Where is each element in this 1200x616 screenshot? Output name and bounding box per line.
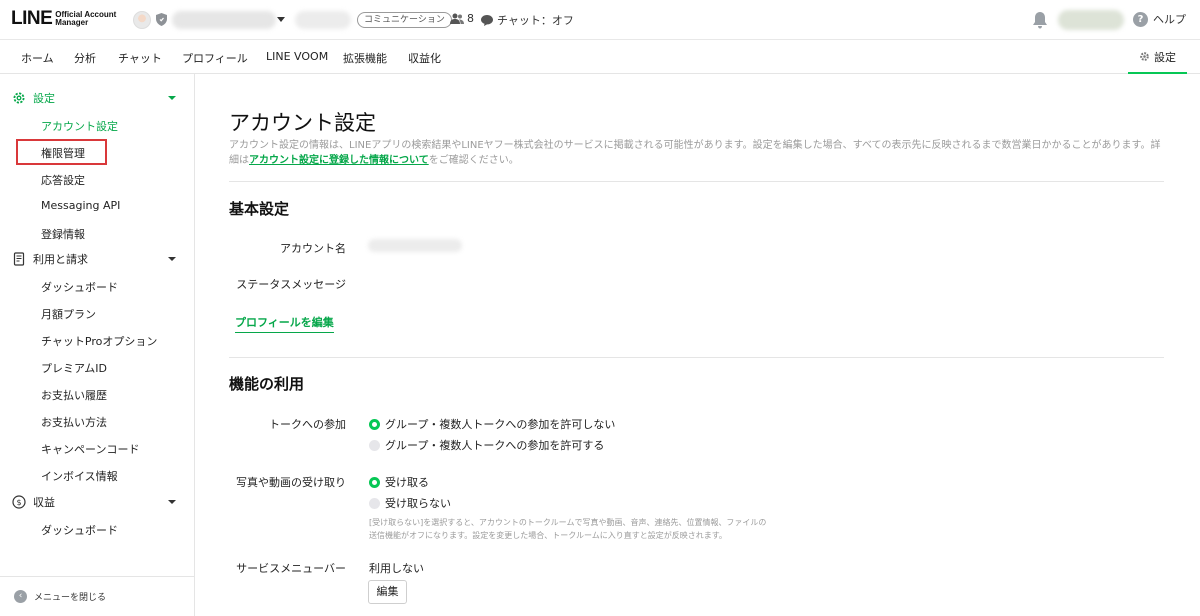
gear-icon (1139, 51, 1150, 62)
tab-chat[interactable]: チャット (118, 50, 162, 66)
logo-main: LINE (11, 9, 52, 29)
tab-home[interactable]: ホーム (21, 50, 54, 66)
bell-icon[interactable] (1032, 11, 1048, 29)
help-label: ヘルプ (1153, 11, 1186, 27)
tab-analytics[interactable]: 分析 (74, 50, 96, 66)
tab-monetization[interactable]: 収益化 (408, 50, 441, 66)
service-menu-edit-button[interactable]: 編集 (368, 580, 407, 604)
line-logo[interactable]: LINE Official Account Manager (11, 9, 116, 29)
sidebar-item-payment-method[interactable]: お支払い方法 (41, 414, 107, 430)
chevron-left-icon: ‹ (14, 590, 27, 603)
account-info-link[interactable]: アカウント設定に登録した情報について (249, 155, 429, 166)
logo-sub: Official Account Manager (55, 11, 116, 27)
sidebar-item-monthly-plan[interactable]: 月額プラン (41, 306, 96, 322)
media-option-receive[interactable]: 受け取る (369, 474, 429, 490)
status-message-label: ステータスメッセージ (196, 276, 346, 292)
tab-extensions[interactable]: 拡張機能 (343, 50, 387, 66)
sidebar-section-revenue[interactable]: $ 収益 (12, 492, 182, 512)
user-avatar-redacted[interactable] (1058, 10, 1124, 30)
media-option-receive-label: 受け取る (385, 474, 429, 490)
tab-settings-label: 設定 (1154, 49, 1176, 65)
sidebar-item-revenue-dashboard[interactable]: ダッシュボード (41, 522, 118, 538)
radio-selected-icon (369, 419, 380, 430)
account-name-redacted[interactable] (172, 11, 276, 29)
radio-unselected-icon (369, 440, 380, 451)
people-icon (450, 13, 464, 24)
service-menu-value: 利用しない (369, 560, 424, 576)
edit-profile-link[interactable]: プロフィールを編集 (235, 314, 334, 333)
sidebar-section-label: 設定 (33, 90, 55, 106)
shield-icon (156, 13, 167, 26)
sidebar-item-registration-info[interactable]: 登録情報 (41, 226, 85, 242)
tab-settings[interactable]: 設定 (1128, 41, 1187, 74)
chat-status[interactable]: チャット：オフ (481, 12, 574, 28)
sidebar-collapse-label: メニューを閉じる (34, 590, 106, 603)
tab-line-voom[interactable]: LINE VOOM (266, 50, 328, 63)
logo-sub-line-2: Manager (55, 18, 88, 27)
chevron-down-icon (168, 96, 176, 100)
top-bar: LINE Official Account Manager コミュニケーション … (0, 0, 1200, 40)
service-menu-label: サービスメニューバー (196, 560, 346, 576)
help-icon: ? (1133, 12, 1148, 27)
friend-count: 8 (450, 12, 474, 25)
sidebar-item-account-settings[interactable]: アカウント設定 (41, 118, 118, 134)
account-name-value-redacted (368, 239, 462, 252)
divider (229, 357, 1164, 358)
sidebar-item-premium-id[interactable]: プレミアムID (41, 360, 107, 376)
sidebar-item-campaign-code[interactable]: キャンペーンコード (41, 441, 139, 457)
svg-text:$: $ (16, 498, 21, 507)
main-nav: ホーム 分析 チャット プロフィール LINE VOOM 拡張機能 収益化 設定 (0, 41, 1200, 74)
talk-option-disallow-label: グループ・複数人トークへの参加を許可しない (385, 416, 615, 432)
media-receive-label: 写真や動画の受け取り (196, 474, 346, 490)
document-icon (12, 252, 26, 266)
chat-status-text: チャット：オフ (497, 12, 574, 28)
highlight-annotation (16, 139, 107, 165)
account-type-badge: コミュニケーション (357, 12, 452, 28)
sidebar-item-invoice-info[interactable]: インボイス情報 (41, 468, 118, 484)
sidebar-item-chat-pro[interactable]: チャットProオプション (41, 333, 157, 349)
tab-profile[interactable]: プロフィール (182, 50, 248, 66)
help-link[interactable]: ? ヘルプ (1133, 11, 1186, 27)
sidebar-item-payment-history[interactable]: お支払い履歴 (41, 387, 107, 403)
talk-option-allow-label: グループ・複数人トークへの参加を許可する (385, 437, 604, 453)
talk-option-allow[interactable]: グループ・複数人トークへの参加を許可する (369, 437, 604, 453)
radio-unselected-icon (369, 498, 380, 509)
account-name-label: アカウント名 (196, 240, 346, 256)
page-description: アカウント設定の情報は、LINEアプリの検索結果やLINEヤフー株式会社のサービ… (229, 138, 1169, 168)
features-title: 機能の利用 (229, 373, 304, 394)
divider (229, 181, 1164, 182)
dollar-icon: $ (12, 495, 26, 509)
talk-participation-label: トークへの参加 (196, 416, 346, 432)
media-option-reject-label: 受け取らない (385, 495, 451, 511)
chat-bubble-icon (481, 15, 493, 26)
media-note: [受け取らない]を選択すると、アカウントのトークルームで写真や動画、音声、連絡先… (369, 516, 769, 542)
talk-option-disallow[interactable]: グループ・複数人トークへの参加を許可しない (369, 416, 615, 432)
chevron-down-icon (168, 257, 176, 261)
account-avatar[interactable] (133, 11, 151, 29)
sidebar-collapse[interactable]: ‹ メニューを閉じる (0, 576, 195, 616)
sidebar-section-label: 利用と請求 (33, 251, 88, 267)
sidebar-item-response-settings[interactable]: 応答設定 (41, 172, 85, 188)
sidebar-section-settings[interactable]: 設定 (12, 88, 182, 108)
basic-settings-title: 基本設定 (229, 198, 289, 219)
sidebar-section-billing[interactable]: 利用と請求 (12, 249, 182, 269)
sidebar-item-messaging-api[interactable]: Messaging API (41, 199, 120, 212)
account-id-redacted (295, 11, 351, 29)
friend-count-value: 8 (467, 12, 474, 25)
page-title: アカウント設定 (229, 107, 376, 137)
sidebar-item-billing-dashboard[interactable]: ダッシュボード (41, 279, 118, 295)
chevron-down-icon[interactable] (277, 17, 285, 22)
media-option-reject[interactable]: 受け取らない (369, 495, 451, 511)
chevron-down-icon (168, 500, 176, 504)
gear-icon (12, 91, 26, 105)
radio-selected-icon (369, 477, 380, 488)
desc-text-2: をご確認ください。 (429, 155, 519, 166)
sidebar-section-label: 収益 (33, 494, 55, 510)
